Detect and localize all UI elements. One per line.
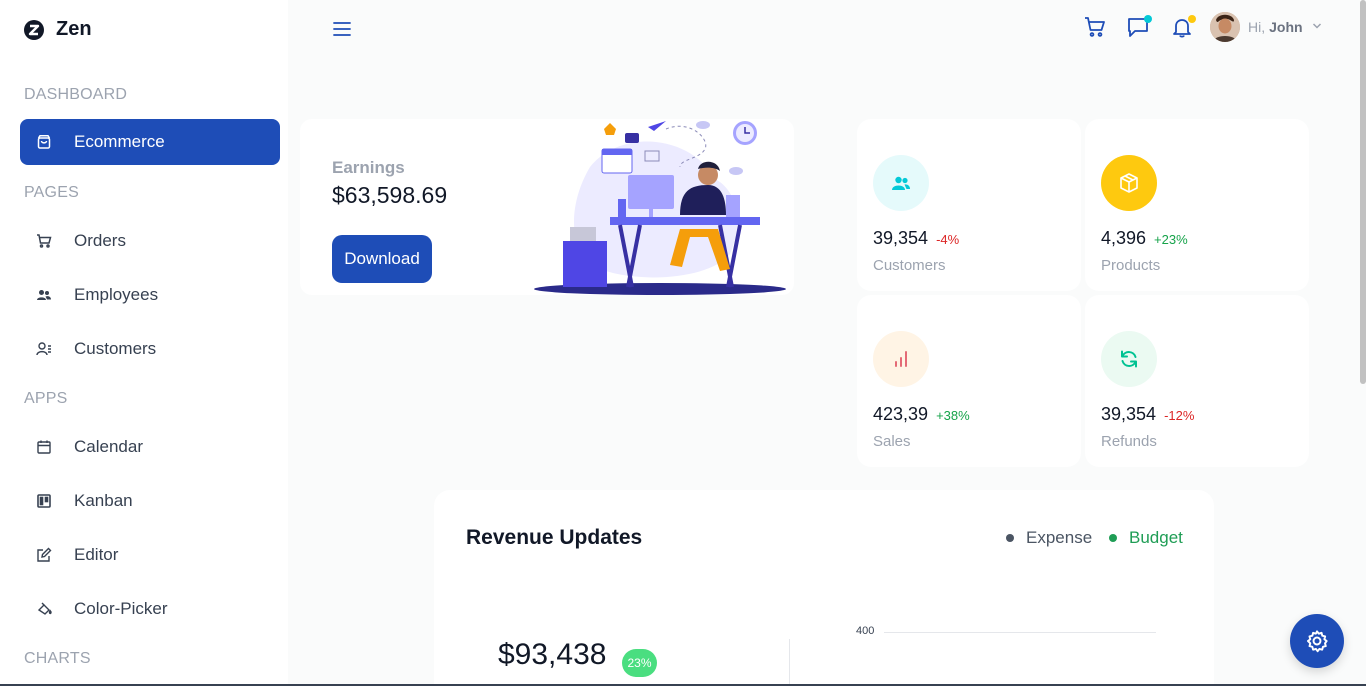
stat-number: 39,354 xyxy=(873,228,929,248)
stat-change: +38% xyxy=(936,408,970,423)
legend-expense[interactable]: Expense xyxy=(1006,528,1092,548)
stat-value: 39,354 -12% xyxy=(1101,404,1194,425)
stat-label: Products xyxy=(1101,257,1161,274)
stat-value: 39,354 -4% xyxy=(873,228,959,249)
settings-button[interactable] xyxy=(1290,614,1344,668)
section-title-apps: APPS xyxy=(24,390,68,407)
revenue-title: Revenue Updates xyxy=(466,526,643,549)
customers-icon xyxy=(36,342,51,356)
revenue-badge: 23% xyxy=(622,649,657,677)
greeting-text: Hi, xyxy=(1248,19,1266,35)
cart-icon xyxy=(37,234,52,248)
sidebar-item-label: Customers xyxy=(74,339,157,358)
stat-change: -4% xyxy=(936,232,960,247)
sidebar-item-label: Kanban xyxy=(74,491,133,510)
chat-notification-dot xyxy=(1144,15,1152,23)
brand-name: Zen xyxy=(56,18,92,40)
sidebar-item-employees[interactable]: Employees xyxy=(20,272,280,318)
earnings-card: Earnings $63,598.69 Download xyxy=(300,119,794,295)
section-title-charts: CHARTS xyxy=(24,650,91,667)
refresh-icon xyxy=(1101,331,1157,387)
sidebar-item-orders[interactable]: Orders xyxy=(20,218,280,264)
employees-icon xyxy=(37,290,51,300)
stat-number: 4,396 xyxy=(1101,228,1147,248)
stat-change: -12% xyxy=(1164,408,1195,423)
sidebar-item-color-picker[interactable]: Color-Picker xyxy=(20,586,280,632)
section-title-pages: PAGES xyxy=(24,184,79,201)
stat-value: 4,396 +23% xyxy=(1101,228,1188,249)
scrollbar[interactable] xyxy=(1360,0,1366,384)
avatar[interactable] xyxy=(1210,12,1240,42)
sidebar-item-customers[interactable]: Customers xyxy=(20,326,280,372)
sidebar-item-label: Employees xyxy=(74,285,159,304)
logo-icon xyxy=(24,19,44,40)
stat-card-refunds: 39,354 -12% Refunds xyxy=(1085,295,1309,467)
sidebar: Zen DASHBOARD Ecommerce PAGES Orders Emp… xyxy=(0,0,288,686)
earnings-value: $63,598.69 xyxy=(332,182,448,208)
gear-icon xyxy=(1307,630,1328,653)
legend-dot xyxy=(1109,534,1117,542)
divider xyxy=(789,639,790,686)
customers-icon xyxy=(873,155,929,211)
user-greeting[interactable]: Hi, John xyxy=(1248,19,1303,35)
revenue-amount: $93,438 xyxy=(498,638,607,671)
legend-label: Expense xyxy=(1026,528,1093,547)
stat-value: 423,39 +38% xyxy=(873,404,970,425)
brand[interactable]: Zen xyxy=(24,18,92,41)
legend-label: Budget xyxy=(1129,528,1183,547)
legend-budget[interactable]: Budget xyxy=(1109,528,1183,548)
stat-label: Refunds xyxy=(1101,433,1157,450)
bar-chart-icon xyxy=(873,331,929,387)
chart-gridline xyxy=(884,632,1156,633)
sidebar-item-label: Editor xyxy=(74,545,119,564)
stat-label: Sales xyxy=(873,433,911,450)
bell-notification-dot xyxy=(1188,15,1196,23)
kanban-icon xyxy=(37,494,51,508)
user-avatar-image xyxy=(1210,12,1240,42)
chevron-down-icon[interactable] xyxy=(1312,22,1322,30)
stat-change: +23% xyxy=(1154,232,1188,247)
box-icon xyxy=(1101,155,1157,211)
legend-dot xyxy=(1006,534,1014,542)
stat-number: 39,354 xyxy=(1101,404,1157,424)
sidebar-item-label: Ecommerce xyxy=(74,132,165,151)
user-name: John xyxy=(1269,19,1303,35)
download-button[interactable]: Download xyxy=(332,235,432,283)
sidebar-item-label: Calendar xyxy=(74,437,143,456)
shopping-bag-icon xyxy=(37,135,51,149)
sidebar-item-editor[interactable]: Editor xyxy=(20,532,280,578)
revenue-card: Revenue Updates Expense Budget $93,438 2… xyxy=(434,490,1214,686)
sidebar-item-ecommerce[interactable]: Ecommerce xyxy=(20,119,280,165)
sidebar-item-label: Color-Picker xyxy=(74,599,168,618)
stat-card-sales: 423,39 +38% Sales xyxy=(857,295,1081,467)
stat-label: Customers xyxy=(873,257,946,274)
workspace-illustration xyxy=(534,121,786,295)
edit-icon xyxy=(37,547,52,562)
stat-card-customers: 39,354 -4% Customers xyxy=(857,119,1081,291)
section-title-dashboard: DASHBOARD xyxy=(24,86,128,103)
earnings-label: Earnings xyxy=(332,158,405,177)
sidebar-item-label: Orders xyxy=(74,231,126,250)
sidebar-item-calendar[interactable]: Calendar xyxy=(20,424,280,470)
cart-icon[interactable] xyxy=(1084,16,1106,38)
calendar-icon xyxy=(37,440,51,454)
color-picker-icon xyxy=(37,602,52,615)
stat-card-products: 4,396 +23% Products xyxy=(1085,119,1309,291)
menu-icon[interactable] xyxy=(333,20,351,38)
stat-number: 423,39 xyxy=(873,404,929,424)
y-tick-label: 400 xyxy=(856,625,875,637)
sidebar-item-kanban[interactable]: Kanban xyxy=(20,478,280,524)
